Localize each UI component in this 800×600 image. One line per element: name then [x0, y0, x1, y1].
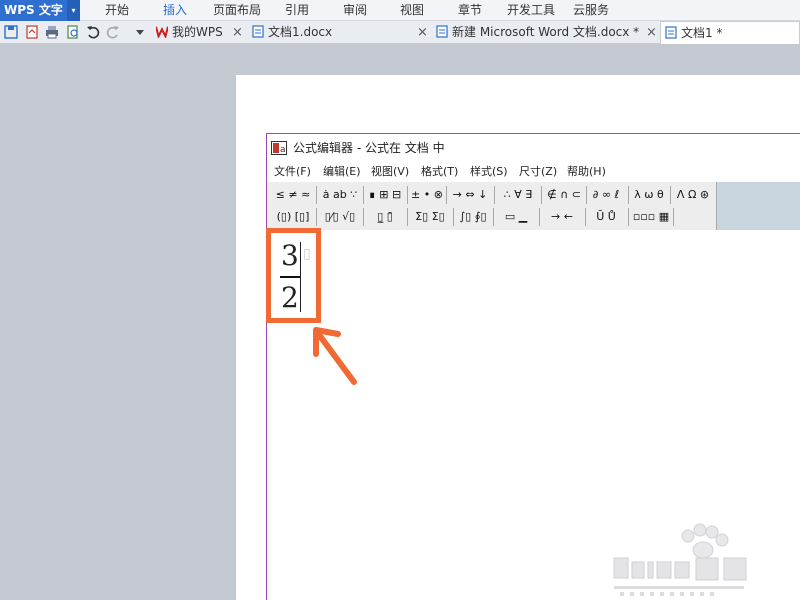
- palette-arrows-button[interactable]: → ⇔ ↓: [449, 185, 491, 205]
- close-icon[interactable]: ×: [232, 21, 243, 44]
- document-icon: [436, 25, 448, 38]
- doc-tab-label: 新建 Microsoft Word 文档.docx *: [452, 25, 640, 39]
- palette-embellishments-button[interactable]: ∎ ⊞ ⊟: [366, 185, 404, 205]
- close-icon[interactable]: ×: [417, 21, 428, 44]
- symbol-palette-buttons: ≤ ≠ ≈ ȧ ab ∵ ∎ ⊞ ⊟ ± • ⊗ → ⇔ ↓ ∴ ∀ ∃ ∉ ∩…: [267, 182, 717, 230]
- tab-developer[interactable]: 开发工具: [507, 0, 555, 21]
- palette-divider: [585, 208, 586, 226]
- palette-divider: [407, 186, 408, 204]
- menu-style[interactable]: 样式(S): [470, 163, 508, 181]
- palette-spaces-button[interactable]: ȧ ab ∵: [319, 185, 361, 205]
- tab-review[interactable]: 审阅: [343, 0, 367, 21]
- menu-view[interactable]: 视图(V): [371, 163, 409, 181]
- palette-products-button[interactable]: Ū Ů: [588, 207, 624, 227]
- document-icon: [252, 25, 264, 38]
- arrow-pointer-icon: [313, 327, 357, 385]
- palette-divider: [673, 208, 674, 226]
- redo-icon[interactable]: [106, 25, 120, 39]
- menu-help[interactable]: 帮助(H): [567, 163, 606, 181]
- close-icon[interactable]: ×: [646, 21, 657, 44]
- palette-greek-upper-button[interactable]: Λ Ω ⊛: [673, 185, 713, 205]
- palette-greek-lower-button[interactable]: λ ω θ: [631, 185, 667, 205]
- palette-divider: [453, 208, 454, 226]
- menu-format[interactable]: 格式(T): [421, 163, 458, 181]
- tab-page-layout[interactable]: 页面布局: [213, 0, 261, 21]
- palette-divider: [363, 186, 364, 204]
- palette-divider: [316, 208, 317, 226]
- palette-integral-button[interactable]: ∫▯ ∮▯: [456, 207, 490, 227]
- doc-tab-label: 我的WPS: [172, 25, 223, 39]
- export-pdf-icon[interactable]: [25, 25, 39, 39]
- equation-editor-title: 公式编辑器 - 公式在 文档 中: [293, 141, 445, 155]
- tab-view[interactable]: 视图: [400, 0, 424, 21]
- menu-size[interactable]: 尺寸(Z): [519, 163, 557, 181]
- palette-divider: [628, 186, 629, 204]
- app-menu-button[interactable]: WPS 文字 ▾: [0, 0, 80, 21]
- wps-logo-icon: [156, 26, 168, 38]
- highlight-box: [266, 228, 321, 323]
- symbol-palette: ≤ ≠ ≈ ȧ ab ∵ ∎ ⊞ ⊟ ± • ⊗ → ⇔ ↓ ∴ ∀ ∃ ∉ ∩…: [267, 182, 800, 230]
- palette-misc-symbols-button[interactable]: ∂ ∞ ℓ: [589, 185, 623, 205]
- doc-tab-label: 文档1.docx: [268, 25, 333, 39]
- tab-cloud-service[interactable]: 云服务: [573, 0, 609, 21]
- palette-matrices-button[interactable]: ▫▫▫ ▦: [631, 207, 671, 227]
- baidu-jingyan-watermark-logo: [613, 523, 747, 596]
- palette-divider: [494, 186, 495, 204]
- palette-labeled-arrows-button[interactable]: → ←: [542, 207, 582, 227]
- palette-divider: [407, 208, 408, 226]
- doc-tab-new-word-docx[interactable]: 新建 Microsoft Word 文档.docx *: [436, 21, 644, 44]
- equation-editor-title-bar: a 公式编辑器 - 公式在 文档 中: [271, 139, 445, 157]
- palette-logic-button[interactable]: ∴ ∀ ∃: [497, 185, 539, 205]
- save-icon[interactable]: [4, 25, 18, 39]
- palette-divider: [539, 208, 540, 226]
- palette-divider: [363, 208, 364, 226]
- palette-subscript-button[interactable]: ▯̲ ▯̄: [366, 207, 404, 227]
- print-preview-icon[interactable]: [66, 25, 80, 39]
- app-name: WPS 文字: [4, 3, 63, 17]
- menu-file[interactable]: 文件(F): [274, 163, 311, 181]
- palette-divider: [586, 186, 587, 204]
- equation-editor-logo-icon: a: [271, 141, 287, 155]
- tab-start[interactable]: 开始: [105, 0, 129, 21]
- dropdown-icon[interactable]: [133, 25, 147, 39]
- palette-set-theory-button[interactable]: ∉ ∩ ⊂: [544, 185, 584, 205]
- doc-tab-label: 文档1 *: [681, 26, 723, 40]
- palette-divider: [628, 208, 629, 226]
- palette-divider: [670, 186, 671, 204]
- doc-tab-doc1-docx[interactable]: 文档1.docx: [252, 21, 428, 44]
- print-icon[interactable]: [45, 25, 59, 39]
- doc-tab-doc1-active[interactable]: 文档1 *: [660, 21, 800, 44]
- menu-edit[interactable]: 编辑(E): [323, 163, 361, 181]
- tab-chapter[interactable]: 章节: [458, 0, 482, 21]
- palette-divider: [493, 208, 494, 226]
- palette-overbar-button[interactable]: ▭ ▁: [496, 207, 536, 227]
- svg-text:a: a: [280, 145, 286, 155]
- app-menu-arrow-icon[interactable]: ▾: [67, 0, 80, 21]
- palette-divider: [541, 186, 542, 204]
- ribbon-menu-bar: WPS 文字 ▾ 开始 插入 页面布局 引用 审阅 视图 章节 开发工具 云服务: [0, 0, 800, 21]
- tab-references[interactable]: 引用: [285, 0, 309, 21]
- palette-fraction-radical-button[interactable]: ▯⁄▯ √▯: [319, 207, 361, 227]
- palette-operators-button[interactable]: ± • ⊗: [410, 185, 444, 205]
- document-tab-bar: 我的WPS × 文档1.docx × 新建 Microsoft Word 文档.…: [0, 21, 800, 44]
- palette-relations-button[interactable]: ≤ ≠ ≈: [273, 185, 313, 205]
- undo-icon[interactable]: [86, 25, 100, 39]
- palette-divider: [446, 186, 447, 204]
- palette-fences-button[interactable]: (▯) [▯]: [273, 207, 313, 227]
- palette-divider: [316, 186, 317, 204]
- palette-summation-button[interactable]: Σ▯ Σ▯: [410, 207, 450, 227]
- tab-insert[interactable]: 插入: [163, 0, 187, 21]
- document-icon: [665, 26, 677, 39]
